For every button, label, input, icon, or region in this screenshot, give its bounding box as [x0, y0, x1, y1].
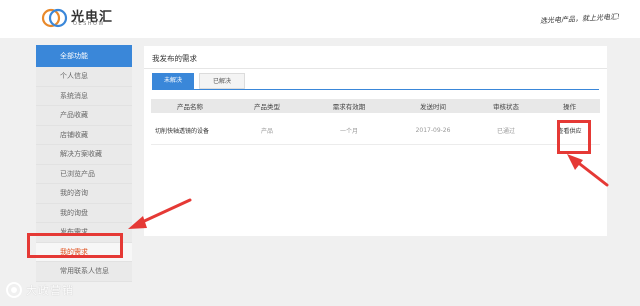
arrow-right	[567, 154, 609, 187]
watermark-logo-icon	[6, 282, 22, 298]
arrow-left	[128, 198, 192, 229]
annotation-arrows	[128, 154, 609, 229]
watermark-text: 大政营销	[26, 284, 74, 297]
watermark: 大政营销	[4, 280, 114, 302]
